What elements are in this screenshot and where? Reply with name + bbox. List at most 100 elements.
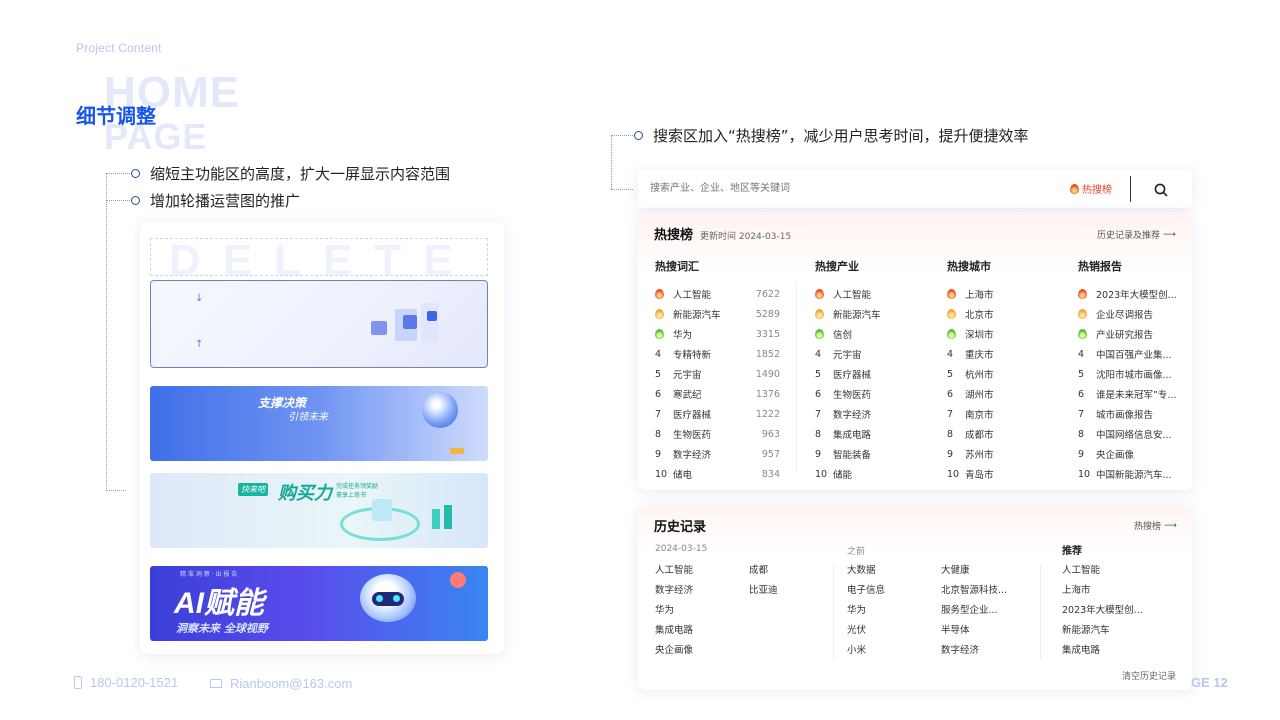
history-item[interactable]: 央企画像 (655, 645, 693, 665)
rank-number: 7 (815, 408, 822, 420)
history-item[interactable]: 上海市 (1062, 585, 1143, 605)
hot-item-name: 医疗器械 (673, 410, 712, 421)
history-item[interactable]: 电子信息 (847, 585, 885, 605)
hot-item[interactable]: 7 城市画像报告 (1078, 404, 1183, 424)
history-date-label: 2024-03-15 (655, 544, 708, 554)
hot-item[interactable]: 9 央企画像 (1078, 444, 1183, 464)
rank-flame (655, 329, 673, 339)
search-icon[interactable] (1154, 182, 1168, 197)
hot-item[interactable]: 6 谁是未来冠军”专... (1078, 384, 1183, 404)
bullet-ring-icon (634, 131, 643, 140)
rank-number: 6 (815, 388, 822, 400)
history-item[interactable]: 新能源汽车 (1062, 625, 1143, 645)
history-and-recommend-link[interactable]: 历史记录及推荐 ⟶ (1097, 228, 1176, 242)
hot-item[interactable]: 6 寒武纪 1376 (655, 384, 780, 404)
hot-search-button[interactable]: 热搜榜 (1070, 181, 1112, 196)
hot-item[interactable]: 9 智能装备 (815, 444, 930, 464)
hot-item[interactable]: 新能源汽车 5289 (655, 304, 780, 324)
hot-item[interactable]: 7 医疗器械 1222 (655, 404, 780, 424)
hot-item[interactable]: 6 湖州市 (947, 384, 1062, 404)
history-item[interactable]: 2023年大模型创... (1062, 605, 1143, 625)
history-item[interactable]: 比亚迪 (749, 585, 778, 605)
hot-item[interactable]: 8 中国网络信息安... (1078, 424, 1183, 444)
hot-item[interactable]: 10 储能 (815, 464, 930, 484)
hot-item[interactable]: 上海市 (947, 284, 1062, 304)
arrow-down-icon: ↓ (195, 293, 204, 304)
column-header: 热销报告 (1078, 260, 1122, 273)
hot-item[interactable]: 5 沈阳市城市画像... (1078, 364, 1183, 384)
hot-item[interactable]: 2023年大模型创... (1078, 284, 1183, 304)
hot-item[interactable]: 10 中国新能源汽车... (1078, 464, 1183, 484)
history-item[interactable]: 集成电路 (655, 625, 693, 645)
carousel-banner-decision[interactable]: 支撑决策 引领未来 (150, 386, 488, 461)
hot-item-name: 中国百强产业集... (1096, 350, 1172, 361)
hot-item[interactable]: 9 数字经济 957 (655, 444, 780, 464)
carousel-banner-ai[interactable]: 精 准 洞 察 · 出 报 告 AI赋能 洞察未来 全球视野 (150, 566, 488, 641)
project-label: Project Content (76, 41, 162, 55)
clear-history-button[interactable]: 清空历史记录 (1122, 669, 1176, 682)
hot-item[interactable]: 5 医疗器械 (815, 364, 930, 384)
rank-number: 7 (1078, 408, 1085, 420)
flame-icon (947, 329, 956, 339)
hot-item[interactable]: 新能源汽车 (815, 304, 930, 324)
hot-item[interactable]: 10 储电 834 (655, 464, 780, 484)
hot-item[interactable]: 产业研究报告 (1078, 324, 1183, 344)
hot-item[interactable]: 5 杭州市 (947, 364, 1062, 384)
hot-item[interactable]: 企业尽调报告 (1078, 304, 1183, 324)
flame-icon (947, 289, 956, 299)
history-item[interactable]: 小米 (847, 645, 885, 665)
hot-item[interactable]: 9 苏州市 (947, 444, 1062, 464)
search-input[interactable] (650, 178, 1050, 198)
rank-number: 8 (1078, 428, 1085, 440)
history-item[interactable]: 集成电路 (1062, 645, 1143, 665)
hot-item[interactable]: 8 成都市 (947, 424, 1062, 444)
hot-item[interactable]: 7 南京市 (947, 404, 1062, 424)
hot-item[interactable]: 华为 3315 (655, 324, 780, 344)
history-item[interactable]: 大数据 (847, 565, 885, 585)
carousel-banner-purchase[interactable]: 快来吧 购买力 完成任务领奖励 豪享上奇书 (150, 473, 488, 548)
hot-item[interactable]: 深圳市 (947, 324, 1062, 344)
history-item[interactable]: 数字经济 (941, 645, 1007, 665)
history-today-column-1: 人工智能 数字经济 华为 集成电路 央企画像 (655, 565, 693, 665)
hot-item[interactable]: 信创 (815, 324, 930, 344)
rank-flame (655, 289, 673, 299)
note-carousel-promo: 增加轮播运营图的推广 (131, 190, 300, 211)
flame-icon (815, 309, 824, 319)
hot-item[interactable]: 10 青岛市 (947, 464, 1062, 484)
hot-item-name: 新能源汽车 (673, 310, 721, 321)
history-item[interactable]: 半导体 (941, 625, 1007, 645)
hot-item[interactable]: 人工智能 (815, 284, 930, 304)
history-item[interactable]: 人工智能 (1062, 565, 1143, 585)
hot-item-name: 生物医药 (833, 390, 872, 401)
history-item[interactable]: 成都 (749, 565, 778, 585)
hot-item[interactable]: 8 生物医药 963 (655, 424, 780, 444)
hot-item-count: 834 (761, 468, 780, 480)
hot-item[interactable]: 7 数字经济 (815, 404, 930, 424)
hot-item[interactable]: 4 专精特新 1852 (655, 344, 780, 364)
flame-icon (655, 289, 664, 299)
history-before-label: 之前 (847, 547, 866, 557)
hot-item[interactable]: 8 集成电路 (815, 424, 930, 444)
history-item[interactable]: 人工智能 (655, 565, 693, 585)
hot-item[interactable]: 4 中国百强产业集... (1078, 344, 1183, 364)
hot-item-name: 信创 (833, 330, 853, 341)
history-item[interactable]: 华为 (847, 605, 885, 625)
history-item[interactable]: 光伏 (847, 625, 885, 645)
history-item[interactable]: 大健康 (941, 565, 1007, 585)
footer-email: Rianboom@163.com (210, 676, 352, 691)
history-item[interactable]: 华为 (655, 605, 693, 625)
hot-search-link[interactable]: 热搜榜 ⟶ (1134, 519, 1177, 533)
history-item[interactable]: 服务型企业... (941, 605, 1007, 625)
history-item[interactable]: 数字经济 (655, 585, 693, 605)
hot-item[interactable]: 4 元宇宙 (815, 344, 930, 364)
hot-item[interactable]: 6 生物医药 (815, 384, 930, 404)
hot-item-name: 湖州市 (965, 390, 994, 401)
hot-item[interactable]: 4 重庆市 (947, 344, 1062, 364)
hot-item[interactable]: 北京市 (947, 304, 1062, 324)
hot-item[interactable]: 5 元宇宙 1490 (655, 364, 780, 384)
hot-item-name: 上海市 (965, 290, 994, 301)
rank-number: 8 (947, 428, 954, 440)
history-item[interactable]: 北京智源科技... (941, 585, 1007, 605)
rank-number: 8 (655, 428, 662, 440)
hot-item[interactable]: 人工智能 7622 (655, 284, 780, 304)
